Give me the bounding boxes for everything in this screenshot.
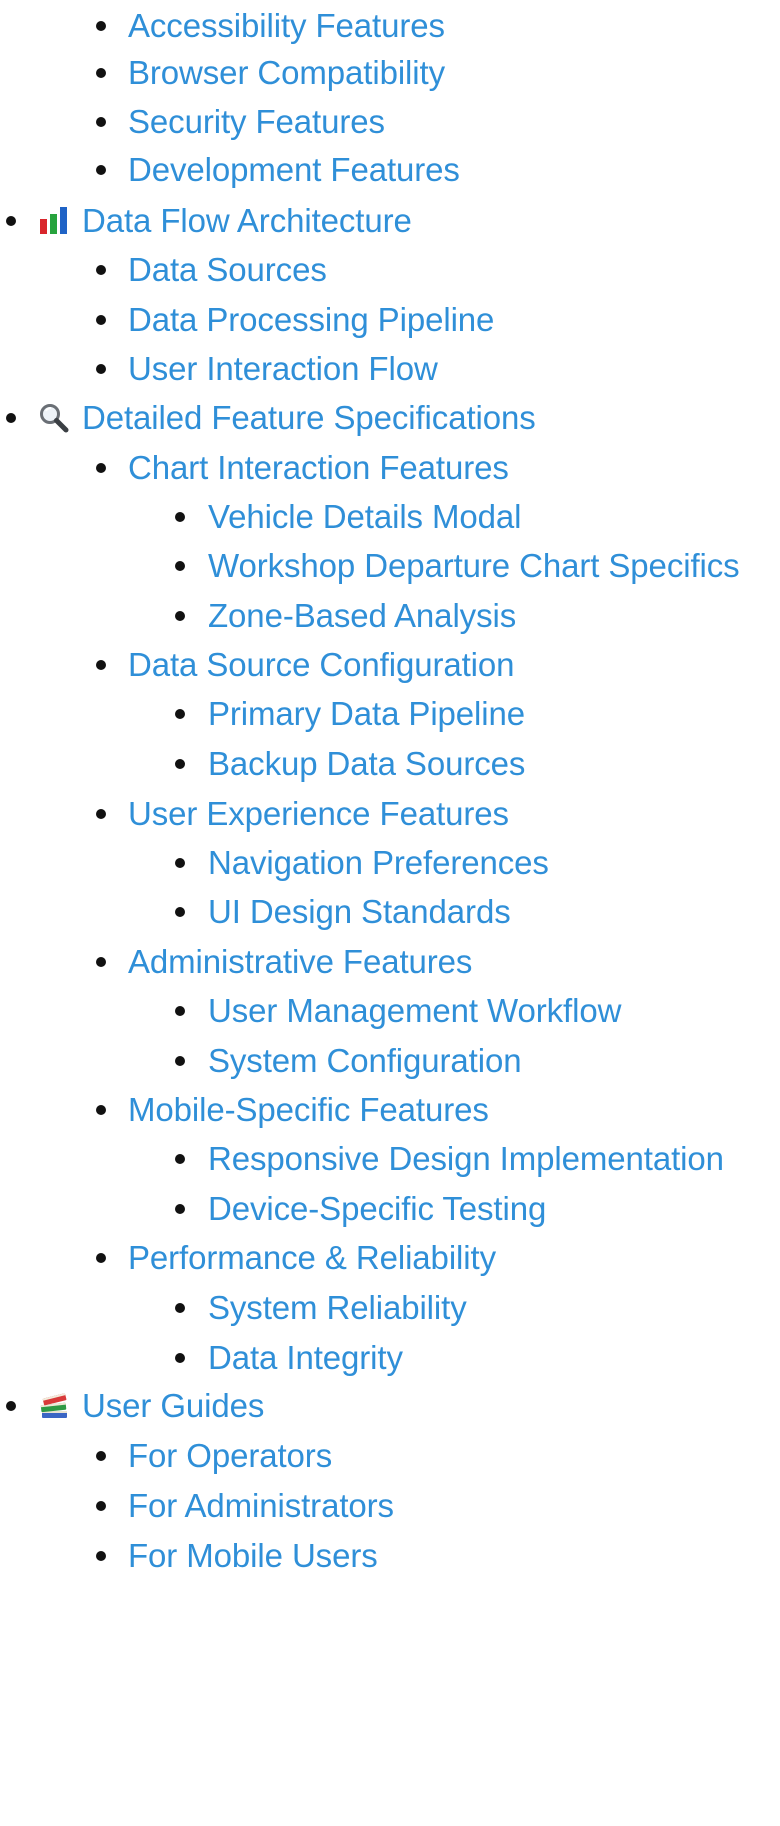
bullet	[96, 117, 106, 127]
toc-item-performance-reliability: Performance & Reliability	[96, 1238, 496, 1278]
toc-link[interactable]: Data Integrity	[208, 1338, 403, 1378]
bullet	[175, 1154, 185, 1164]
bullet	[96, 265, 106, 275]
toc-link[interactable]: Primary Data Pipeline	[208, 694, 525, 734]
toc-item-user-interaction-flow: User Interaction Flow	[96, 349, 438, 389]
toc-link[interactable]: Detailed Feature Specifications	[82, 398, 536, 438]
toc-link[interactable]: Mobile-Specific Features	[128, 1090, 489, 1130]
toc-item-responsive-design-implementation: Responsive Design Implementation	[175, 1139, 724, 1179]
toc-link[interactable]: For Operators	[128, 1436, 332, 1476]
toc-item-user-experience-features: User Experience Features	[96, 794, 509, 834]
toc-link[interactable]: For Mobile Users	[128, 1536, 378, 1576]
books-icon	[38, 1390, 70, 1422]
toc-link[interactable]: Browser Compatibility	[128, 53, 445, 93]
toc-item-chart-interaction-features: Chart Interaction Features	[96, 448, 509, 488]
toc-item-accessibility-features: Accessibility Features	[96, 6, 445, 46]
toc-item-backup-data-sources: Backup Data Sources	[175, 744, 525, 784]
toc-item-system-configuration: System Configuration	[175, 1041, 522, 1081]
bar-chart-icon	[38, 205, 70, 237]
bullet	[175, 1006, 185, 1016]
toc-link[interactable]: Administrative Features	[128, 942, 472, 982]
bullet	[96, 21, 106, 31]
bullet	[175, 907, 185, 917]
toc-item-user-management-workflow: User Management Workflow	[175, 991, 621, 1031]
toc-link[interactable]: Navigation Preferences	[208, 843, 549, 883]
toc-link[interactable]: Chart Interaction Features	[128, 448, 509, 488]
bullet	[6, 216, 16, 226]
toc-item-zone-based-analysis: Zone-Based Analysis	[175, 596, 516, 636]
toc-link[interactable]: System Reliability	[208, 1288, 467, 1328]
toc-link[interactable]: User Management Workflow	[208, 991, 621, 1031]
toc-link[interactable]: Data Processing Pipeline	[128, 300, 494, 340]
toc-item-administrative-features: Administrative Features	[96, 942, 472, 982]
toc-item-workshop-departure-chart-specifics: Workshop Departure Chart Specifics	[175, 546, 740, 586]
toc-item-device-specific-testing: Device-Specific Testing	[175, 1189, 546, 1229]
toc-item-vehicle-details-modal: Vehicle Details Modal	[175, 497, 522, 537]
toc-item-development-features: Development Features	[96, 150, 460, 190]
toc-item-ui-design-standards: UI Design Standards	[175, 892, 511, 932]
bullet	[175, 1204, 185, 1214]
toc-link[interactable]: System Configuration	[208, 1041, 522, 1081]
bullet	[175, 709, 185, 719]
toc-link[interactable]: Responsive Design Implementation	[208, 1139, 724, 1179]
toc-item-browser-compatibility: Browser Compatibility	[96, 53, 445, 93]
toc-link[interactable]: Development Features	[128, 150, 460, 190]
toc-item-primary-data-pipeline: Primary Data Pipeline	[175, 694, 525, 734]
bullet	[175, 611, 185, 621]
toc-link[interactable]: Performance & Reliability	[128, 1238, 496, 1278]
toc-link[interactable]: Device-Specific Testing	[208, 1189, 546, 1229]
toc-link[interactable]: User Interaction Flow	[128, 349, 438, 389]
toc-item-for-operators: For Operators	[96, 1436, 332, 1476]
toc-item-for-mobile-users: For Mobile Users	[96, 1536, 378, 1576]
toc-link[interactable]: Data Source Configuration	[128, 645, 515, 685]
bullet	[96, 1551, 106, 1561]
toc-item-detailed-feature-specifications: Detailed Feature Specifications	[6, 398, 536, 438]
toc-item-data-integrity: Data Integrity	[175, 1338, 403, 1378]
toc-link[interactable]: UI Design Standards	[208, 892, 511, 932]
toc-link[interactable]: Vehicle Details Modal	[208, 497, 522, 537]
toc-link[interactable]: Workshop Departure Chart Specifics	[208, 546, 740, 586]
toc-link[interactable]: Data Sources	[128, 250, 327, 290]
bullet	[96, 1253, 106, 1263]
toc-link[interactable]: For Administrators	[128, 1486, 394, 1526]
bullet	[96, 1501, 106, 1511]
toc-item-security-features: Security Features	[96, 102, 385, 142]
toc-item-data-flow-architecture: Data Flow Architecture	[6, 201, 412, 241]
toc-link[interactable]: User Guides	[82, 1386, 264, 1426]
bullet	[96, 1105, 106, 1115]
toc-item-user-guides: User Guides	[6, 1386, 264, 1426]
bullet	[96, 364, 106, 374]
bullet	[175, 561, 185, 571]
toc-link[interactable]: Accessibility Features	[128, 6, 445, 46]
toc-item-data-sources: Data Sources	[96, 250, 327, 290]
bullet	[175, 1056, 185, 1066]
toc-link[interactable]: Data Flow Architecture	[82, 201, 412, 241]
bullet	[96, 957, 106, 967]
bullet	[96, 463, 106, 473]
bullet	[175, 858, 185, 868]
bullet	[6, 413, 16, 423]
bullet	[96, 660, 106, 670]
bullet	[96, 1451, 106, 1461]
toc-link[interactable]: Backup Data Sources	[208, 744, 525, 784]
toc-link[interactable]: Security Features	[128, 102, 385, 142]
bullet	[96, 165, 106, 175]
toc-link[interactable]: Zone-Based Analysis	[208, 596, 516, 636]
bullet	[96, 809, 106, 819]
magnifier-icon	[38, 402, 70, 434]
toc-link[interactable]: User Experience Features	[128, 794, 509, 834]
bullet	[175, 1303, 185, 1313]
bullet	[175, 512, 185, 522]
toc-item-system-reliability: System Reliability	[175, 1288, 467, 1328]
bullet	[175, 1353, 185, 1363]
bullet	[96, 315, 106, 325]
toc-item-for-administrators: For Administrators	[96, 1486, 394, 1526]
toc-item-data-processing-pipeline: Data Processing Pipeline	[96, 300, 494, 340]
bullet	[96, 68, 106, 78]
bullet	[175, 759, 185, 769]
toc-item-navigation-preferences: Navigation Preferences	[175, 843, 549, 883]
bullet	[6, 1401, 16, 1411]
toc-item-data-source-configuration: Data Source Configuration	[96, 645, 515, 685]
toc-item-mobile-specific-features: Mobile-Specific Features	[96, 1090, 489, 1130]
